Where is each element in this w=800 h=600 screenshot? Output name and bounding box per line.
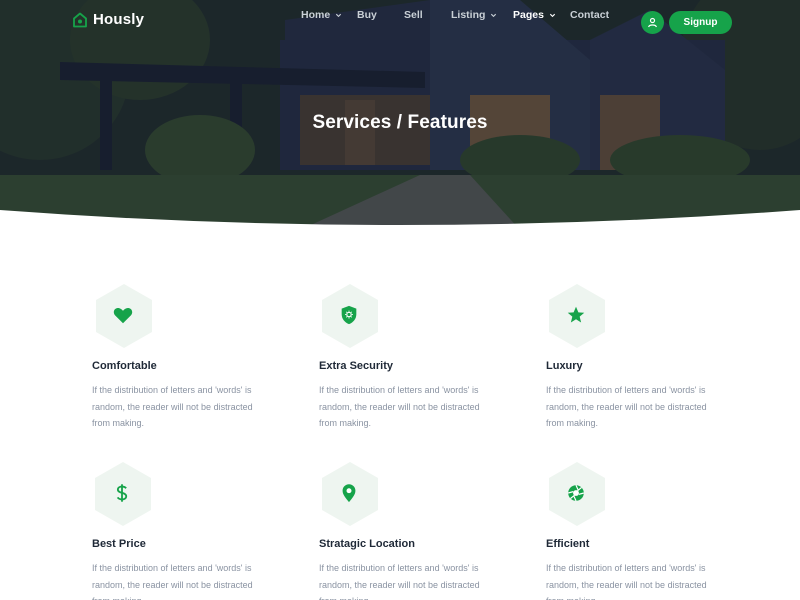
feature-description: If the distribution of letters and 'word…	[546, 563, 707, 600]
feature-icon-badge	[546, 461, 608, 527]
feature-icon-badge	[546, 283, 608, 349]
nav-item-sell[interactable]: Sell	[404, 9, 423, 21]
chevron-down-icon	[491, 13, 497, 17]
nav-item-label: Contact	[570, 9, 610, 21]
top-navbar: Hously Home Buy Sell Listing Pages Conta…	[0, 0, 800, 44]
nav-item-label: Sell	[404, 9, 423, 21]
feature-card-stratagic-location: Stratagic Location If the distribution o…	[319, 461, 499, 600]
feature-title: Efficient	[546, 538, 590, 550]
nav-item-pages[interactable]: Pages	[513, 9, 556, 21]
chevron-down-icon	[336, 13, 342, 17]
feature-icon-badge	[319, 461, 381, 527]
nav-item-label: Buy	[357, 9, 377, 21]
feature-description: If the distribution of letters and 'word…	[319, 385, 480, 428]
feature-title: Best Price	[92, 538, 146, 550]
brand-name: Hously	[93, 11, 145, 28]
nav-item-label: Home	[301, 9, 331, 21]
page-title: Services / Features	[312, 112, 488, 133]
feature-icon-badge	[92, 461, 154, 527]
nav-item-home[interactable]: Home	[301, 9, 342, 21]
feature-card-efficient: Efficient If the distribution of letters…	[546, 461, 726, 600]
feature-icon-badge	[93, 283, 155, 349]
feature-icon-badge	[319, 283, 381, 349]
hero-bottom-curve	[0, 210, 800, 230]
map-pin-icon	[342, 484, 356, 503]
feature-description: If the distribution of letters and 'word…	[319, 563, 480, 600]
nav-item-label: Pages	[513, 9, 544, 21]
feature-title: Extra Security	[319, 360, 393, 372]
feature-card-comfortable: Comfortable If the distribution of lette…	[92, 283, 272, 433]
feature-card-extra-security: Extra Security If the distribution of le…	[319, 283, 499, 433]
chevron-down-icon	[549, 13, 556, 17]
feature-description: If the distribution of letters and 'word…	[92, 563, 253, 600]
brand-logo[interactable]: Hously	[72, 11, 144, 28]
dollar-icon	[116, 484, 128, 502]
star-icon	[567, 306, 585, 323]
nav-item-listing[interactable]: Listing	[451, 9, 497, 21]
feature-title: Comfortable	[92, 360, 157, 372]
shield-icon	[341, 305, 357, 325]
feature-card-luxury: Luxury If the distribution of letters an…	[546, 283, 726, 433]
feature-description: If the distribution of letters and 'word…	[546, 385, 707, 428]
user-icon	[648, 17, 657, 28]
feature-title: Luxury	[546, 360, 583, 372]
feature-card-best-price: Best Price If the distribution of letter…	[92, 461, 272, 600]
heart-icon	[113, 308, 133, 324]
nav-item-contact[interactable]: Contact	[570, 9, 609, 21]
nav-item-label: Listing	[451, 9, 486, 21]
house-logo-icon	[73, 12, 87, 27]
aperture-icon	[568, 484, 584, 502]
signup-button[interactable]: Signup	[669, 11, 732, 34]
nav-item-buy[interactable]: Buy	[357, 9, 377, 21]
user-account-button[interactable]	[641, 11, 664, 34]
feature-description: If the distribution of letters and 'word…	[92, 385, 253, 428]
feature-title: Stratagic Location	[319, 538, 415, 550]
